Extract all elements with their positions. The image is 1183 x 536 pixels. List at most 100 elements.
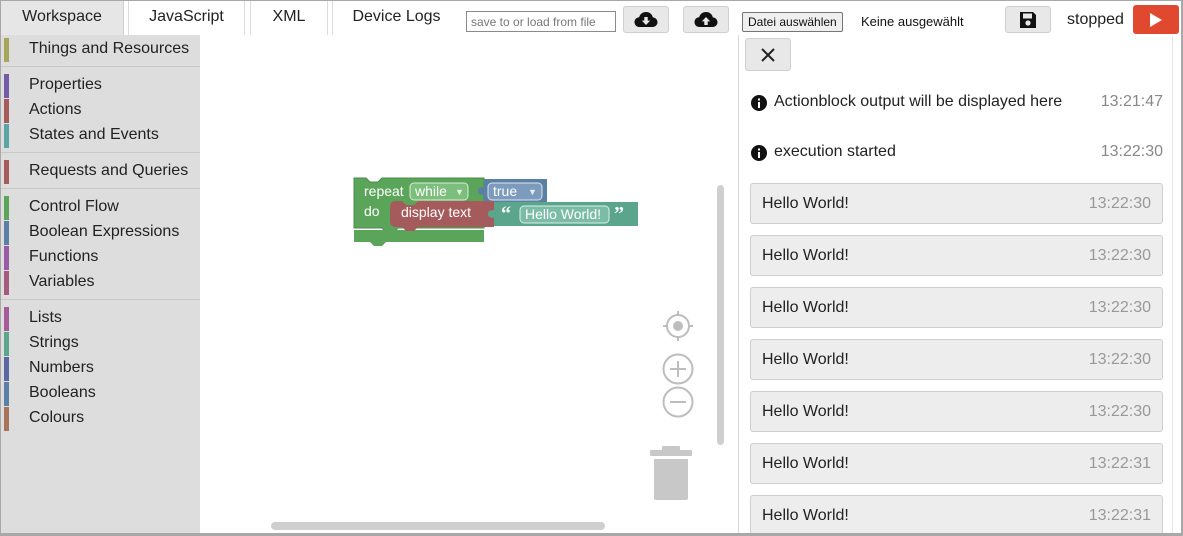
toolbox-category-variables[interactable]: Variables <box>1 271 200 295</box>
cloud-upload-icon <box>694 11 718 27</box>
category-color-bar <box>4 74 9 98</box>
cloud-download-icon <box>634 11 658 27</box>
output-entry: Hello World! 13:22:31 <box>750 495 1163 533</box>
floppy-disk-icon <box>1020 11 1036 28</box>
category-label: States and Events <box>29 126 159 143</box>
category-label: Boolean Expressions <box>29 223 180 240</box>
display-text-label: display text <box>401 204 471 220</box>
output-entry-time: 13:22:30 <box>1088 247 1151 264</box>
toolbox-category-things-and-resources[interactable]: Things and Resources <box>1 38 200 62</box>
workspace-vertical-scrollbar[interactable] <box>717 185 724 445</box>
save-button[interactable] <box>1005 6 1051 33</box>
upload-button[interactable] <box>683 6 729 33</box>
info-message-text: Actionblock output will be displayed her… <box>774 93 1063 110</box>
tab-workspace[interactable]: Workspace <box>1 1 124 35</box>
category-label: Functions <box>29 248 99 265</box>
category-label: Actions <box>29 101 82 118</box>
choose-file-button[interactable]: Datei auswählen <box>742 12 843 32</box>
boolean-value: true <box>493 183 517 199</box>
toolbox-separator <box>1 188 200 189</box>
category-label: Colours <box>29 409 85 426</box>
output-entry-text: Hello World! <box>762 299 849 316</box>
category-color-bar <box>4 221 9 245</box>
blockly-workspace[interactable]: repeat while ▼ true ▼ do display text “ … <box>200 35 728 533</box>
download-button[interactable] <box>623 6 669 33</box>
toolbox-category-colours[interactable]: Colours <box>1 407 200 431</box>
output-entry-time: 13:22:30 <box>1088 403 1151 420</box>
category-label: Variables <box>29 273 95 290</box>
output-entry-time: 13:22:30 <box>1088 195 1151 212</box>
output-entry-text: Hello World! <box>762 455 849 472</box>
file-selection-status: Keine ausgewählt <box>861 14 964 29</box>
tab-xml[interactable]: XML <box>250 1 328 35</box>
toolbox-category-functions[interactable]: Functions <box>1 246 200 270</box>
run-status: stopped <box>1067 11 1124 28</box>
filename-input[interactable] <box>466 11 616 32</box>
toolbox-category-properties[interactable]: Properties <box>1 74 200 98</box>
block-stack[interactable]: repeat while ▼ true ▼ do display text “ … <box>350 175 650 250</box>
close-icon <box>761 47 775 62</box>
category-color-bar <box>4 160 9 184</box>
do-label: do <box>364 203 380 219</box>
info-message-time: 13:21:47 <box>1100 93 1163 110</box>
category-color-bar <box>4 246 9 270</box>
open-quote-icon: “ <box>501 203 511 225</box>
category-label: Properties <box>29 76 102 93</box>
category-color-bar <box>4 196 9 220</box>
trash-icon[interactable] <box>649 444 693 502</box>
workspace-horizontal-scrollbar[interactable] <box>271 522 605 530</box>
close-quote-icon: ” <box>614 203 624 225</box>
category-color-bar <box>4 407 9 431</box>
info-message-text: execution started <box>774 143 896 160</box>
output-entry: Hello World! 13:22:30 <box>750 235 1163 276</box>
zoom-in-icon[interactable] <box>662 353 694 385</box>
output-entry-time: 13:22:30 <box>1088 351 1151 368</box>
output-entry-time: 13:22:30 <box>1088 299 1151 316</box>
toolbox-category-boolean-expressions[interactable]: Boolean Expressions <box>1 221 200 245</box>
category-color-bar <box>4 124 9 148</box>
toolbox-category-control-flow[interactable]: Control Flow <box>1 196 200 220</box>
tab-javascript[interactable]: JavaScript <box>128 1 245 35</box>
category-color-bar <box>4 271 9 295</box>
output-entry: Hello World! 13:22:30 <box>750 391 1163 432</box>
zoom-out-icon[interactable] <box>662 386 694 418</box>
category-label: Control Flow <box>29 198 119 215</box>
top-toolbar: Workspace JavaScript XML Device Logs Dat… <box>1 1 1181 35</box>
toolbox-category-lists[interactable]: Lists <box>1 307 200 331</box>
toolbox-category-strings[interactable]: Strings <box>1 332 200 356</box>
output-panel: Actionblock output will be displayed her… <box>739 35 1173 533</box>
dropdown-arrow-icon: ▼ <box>455 187 464 197</box>
category-label: Lists <box>29 309 62 326</box>
block-toolbox: Things and Resources Properties Actions Sta… <box>1 35 200 533</box>
play-icon <box>1150 12 1162 27</box>
output-entry-text: Hello World! <box>762 247 849 264</box>
toolbox-category-actions[interactable]: Actions <box>1 99 200 123</box>
category-label: Numbers <box>29 359 94 376</box>
category-label: Strings <box>29 334 79 351</box>
run-button[interactable] <box>1133 5 1179 34</box>
dropdown-arrow-icon: ▼ <box>528 187 537 197</box>
category-label: Things and Resources <box>29 40 190 57</box>
toolbox-category-booleans[interactable]: Booleans <box>1 382 200 406</box>
output-entry: Hello World! 13:22:30 <box>750 287 1163 328</box>
output-scrollbar[interactable] <box>1172 35 1181 533</box>
output-entry-text: Hello World! <box>762 507 849 524</box>
tab-device-logs[interactable]: Device Logs <box>332 1 460 35</box>
close-output-button[interactable] <box>745 38 791 71</box>
output-entry: Hello World! 13:22:30 <box>750 339 1163 380</box>
text-field-value: Hello World! <box>525 206 601 222</box>
category-color-bar <box>4 307 9 331</box>
toolbox-category-requests-and-queries[interactable]: Requests and Queries <box>1 160 200 184</box>
info-icon <box>751 95 767 111</box>
info-message: Actionblock output will be displayed her… <box>751 91 1163 115</box>
toolbox-separator <box>1 152 200 153</box>
output-entry-text: Hello World! <box>762 195 849 212</box>
recenter-icon[interactable] <box>662 310 694 342</box>
loop-mode-value: while <box>414 183 447 199</box>
output-entry-text: Hello World! <box>762 403 849 420</box>
category-color-bar <box>4 38 9 62</box>
category-color-bar <box>4 357 9 381</box>
toolbox-category-numbers[interactable]: Numbers <box>1 357 200 381</box>
toolbox-separator <box>1 299 200 300</box>
toolbox-category-states-and-events[interactable]: States and Events <box>1 124 200 148</box>
